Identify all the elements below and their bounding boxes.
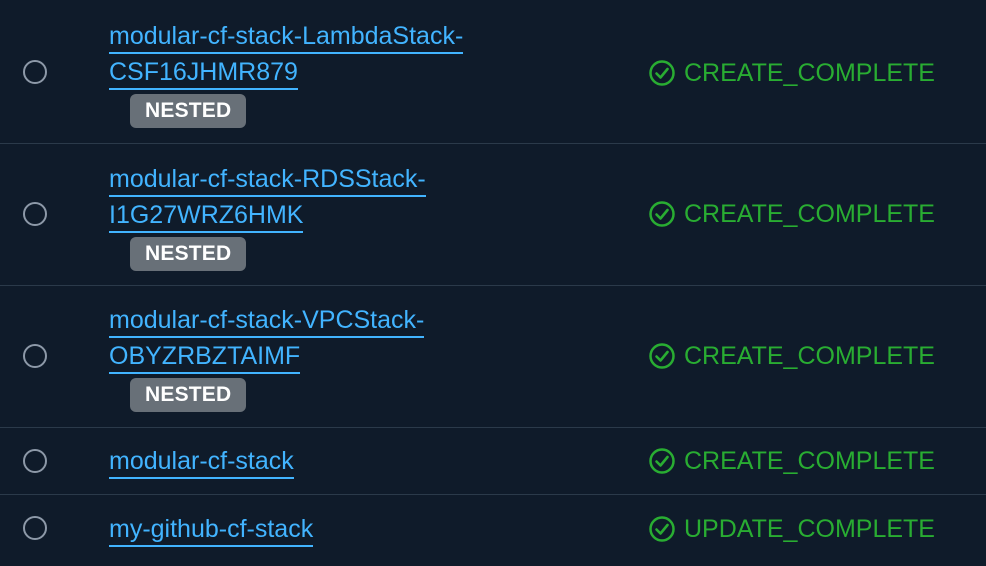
table-row[interactable]: modular-cf-stack-VPCStack- OBYZRBZTAIMF … <box>0 286 986 428</box>
status-text: CREATE_COMPLETE <box>684 59 935 87</box>
stack-name-link[interactable]: modular-cf-stack-RDSStack- <box>109 161 426 197</box>
stack-name-cell: modular-cf-stack-LambdaStack- CSF16JHMR8… <box>109 18 464 128</box>
check-circle-icon <box>649 60 675 86</box>
status-cell: CREATE_COMPLETE <box>648 58 935 88</box>
stack-name-link[interactable]: my-github-cf-stack <box>109 511 314 547</box>
check-circle-icon <box>649 343 675 369</box>
status-cell: UPDATE_COMPLETE <box>648 514 935 544</box>
status-text: CREATE_COMPLETE <box>684 200 935 228</box>
table-row[interactable]: modular-cf-stack-RDSStack- I1G27WRZ6HMK … <box>0 144 986 286</box>
check-circle-icon <box>649 516 675 542</box>
status-cell: CREATE_COMPLETE <box>648 199 935 229</box>
stack-name-cell: modular-cf-stack-VPCStack- OBYZRBZTAIMF … <box>109 302 425 412</box>
stack-name-link[interactable]: modular-cf-stack-VPCStack- <box>109 302 425 338</box>
stack-name-link[interactable]: modular-cf-stack-LambdaStack- <box>109 18 464 54</box>
stack-name-cell: my-github-cf-stack <box>109 511 314 547</box>
nested-badge: NESTED <box>130 237 247 271</box>
status-text: UPDATE_COMPLETE <box>684 515 935 543</box>
nested-badge: NESTED <box>130 378 247 412</box>
status-cell: CREATE_COMPLETE <box>648 341 935 371</box>
stack-name-link-continued[interactable]: CSF16JHMR879 <box>109 54 298 90</box>
stack-name-link-continued[interactable]: I1G27WRZ6HMK <box>109 197 304 233</box>
radio-button-icon[interactable] <box>23 202 47 226</box>
status-text: CREATE_COMPLETE <box>684 447 935 475</box>
stack-name-cell: modular-cf-stack-RDSStack- I1G27WRZ6HMK … <box>109 161 426 271</box>
table-row[interactable]: modular-cf-stack CREATE_COMPLETE <box>0 428 986 495</box>
check-circle-icon <box>649 201 675 227</box>
radio-button-icon[interactable] <box>23 516 47 540</box>
radio-button-icon[interactable] <box>23 344 47 368</box>
status-text: CREATE_COMPLETE <box>684 342 935 370</box>
status-cell: CREATE_COMPLETE <box>648 446 935 476</box>
stack-name-link-continued[interactable]: OBYZRBZTAIMF <box>109 338 301 374</box>
radio-button-icon[interactable] <box>23 449 47 473</box>
stack-name-cell: modular-cf-stack <box>109 443 294 479</box>
nested-badge: NESTED <box>130 94 247 128</box>
stack-name-link[interactable]: modular-cf-stack <box>109 443 294 479</box>
check-circle-icon <box>649 448 675 474</box>
table-row[interactable]: my-github-cf-stack UPDATE_COMPLETE <box>0 495 986 566</box>
stacks-table: modular-cf-stack-LambdaStack- CSF16JHMR8… <box>0 0 986 566</box>
table-row[interactable]: modular-cf-stack-LambdaStack- CSF16JHMR8… <box>0 0 986 144</box>
radio-button-icon[interactable] <box>23 60 47 84</box>
